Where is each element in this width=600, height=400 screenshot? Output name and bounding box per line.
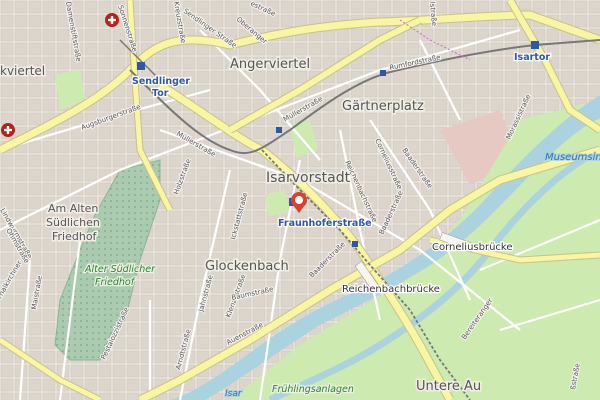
district-label-am-alten: Am Alten	[48, 202, 98, 215]
map-canvas[interactable]: Angerviertel Gärtnerplatz Isarvorstadt G…	[0, 0, 600, 400]
park-label-alter-suedlicher-2: Friedhof	[95, 277, 136, 288]
district-label-isarvorstadt: Isarvorstadt	[266, 170, 351, 186]
district-label-glockenbach: Glockenbach	[205, 259, 289, 274]
station-label-sendlinger-tor-2: Tor	[152, 88, 169, 99]
district-label-angerviertel: Angerviertel	[230, 57, 310, 72]
station-label-sendlinger-tor-1: Sendlinger	[132, 76, 190, 87]
hospital-icon[interactable]	[105, 13, 119, 27]
park-label-fruehlingsanlagen: Frühlingsanlagen	[272, 384, 354, 395]
hospital-icon[interactable]	[1, 123, 15, 137]
park-label-alter-suedlicher-1: Alter Südlicher	[84, 264, 156, 275]
bridge-label-corneliusbruecke: Corneliusbrücke	[432, 242, 513, 253]
station-label-fraunhoferstrasse: Fraunhoferstraße	[278, 218, 372, 229]
district-label-suedlichen: Südlichen	[46, 216, 100, 229]
district-label-museumsinsel: Museumsins	[545, 152, 600, 163]
map-layer: Angerviertel Gärtnerplatz Isarvorstadt G…	[0, 0, 600, 400]
bridge-label-reichenbachbruecke: Reichenbachbrücke	[342, 284, 440, 295]
station-label-isartor: Isartor	[514, 52, 550, 63]
district-label-gaertnerplatz: Gärtnerplatz	[342, 99, 424, 114]
district-label-untere-au: Untere Au	[416, 379, 481, 394]
district-label-kviertel: kviertel	[0, 64, 45, 78]
district-label-friedhof: Friedhof	[52, 230, 98, 243]
river-label-isar: Isar	[225, 389, 243, 399]
